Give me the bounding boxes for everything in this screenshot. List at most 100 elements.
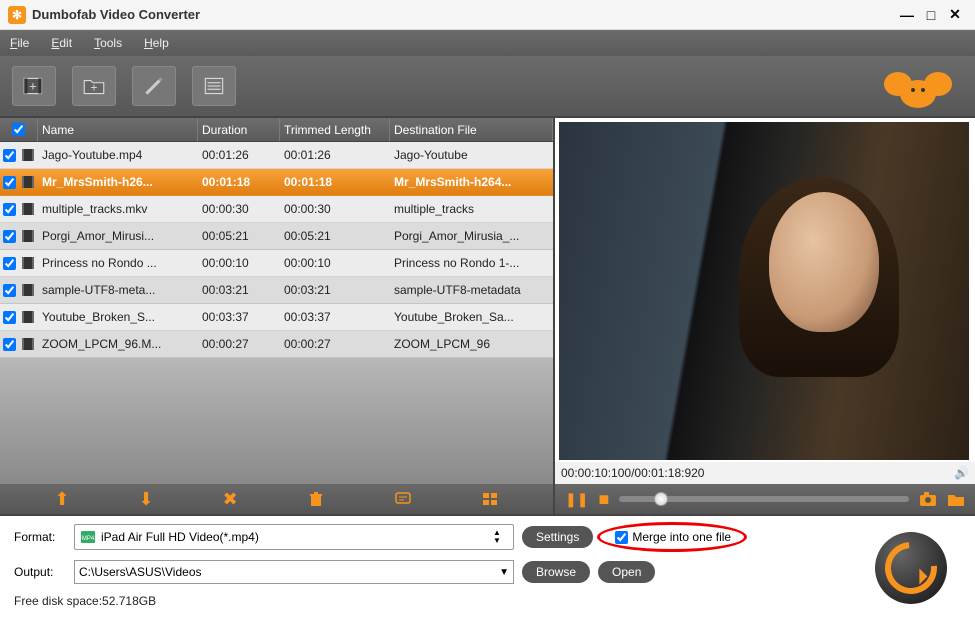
snapshot-folder-button[interactable] (947, 491, 965, 507)
pencil-icon (141, 73, 167, 99)
add-file-button[interactable]: + (12, 66, 56, 106)
thumbnail-button[interactable] (481, 490, 499, 508)
add-folder-button[interactable]: + (72, 66, 116, 106)
minimize-button[interactable]: — (895, 5, 919, 25)
menu-edit[interactable]: Edit (51, 36, 72, 50)
close-button[interactable]: ✕ (943, 5, 967, 25)
cell-destination: Princess no Rondo 1-... (390, 256, 553, 270)
cell-trimmed: 00:00:30 (280, 202, 390, 216)
film-icon (18, 175, 38, 189)
playback-slider[interactable] (619, 496, 909, 502)
table-row[interactable]: sample-UTF8-meta...00:03:2100:03:21sampl… (0, 277, 553, 304)
cell-name: Mr_MrsSmith-h26... (38, 175, 198, 189)
list-view-button[interactable] (192, 66, 236, 106)
move-up-button[interactable]: ⬆ (54, 489, 69, 510)
film-icon (18, 283, 38, 297)
window-title: Dumbofab Video Converter (32, 7, 895, 22)
table-row[interactable]: Porgi_Amor_Mirusi...00:05:2100:05:21Porg… (0, 223, 553, 250)
cell-destination: Youtube_Broken_Sa... (390, 310, 553, 324)
film-plus-icon: + (21, 73, 47, 99)
column-name[interactable]: Name (38, 118, 198, 141)
free-disk-space: Free disk space:52.718GB (14, 594, 961, 608)
cell-duration: 00:00:30 (198, 202, 280, 216)
format-label: Format: (14, 530, 74, 544)
browse-button[interactable]: Browse (522, 561, 590, 583)
toolbar: + + (0, 56, 975, 118)
column-destination[interactable]: Destination File (390, 118, 553, 141)
clear-all-button[interactable] (307, 490, 325, 508)
stop-button[interactable]: ■ (598, 489, 609, 510)
cell-duration: 00:01:26 (198, 148, 280, 162)
column-trimmed[interactable]: Trimmed Length (280, 118, 390, 141)
menu-help[interactable]: Help (144, 36, 169, 50)
cell-name: Princess no Rondo ... (38, 256, 198, 270)
row-checkbox[interactable] (3, 203, 16, 216)
cell-name: Porgi_Amor_Mirusi... (38, 229, 198, 243)
settings-button[interactable]: Settings (522, 526, 593, 548)
cell-trimmed: 00:00:27 (280, 337, 390, 351)
film-icon (18, 256, 38, 270)
cell-trimmed: 00:03:21 (280, 283, 390, 297)
table-row[interactable]: Mr_MrsSmith-h26...00:01:1800:01:18Mr_Mrs… (0, 169, 553, 196)
table-row[interactable]: Princess no Rondo ...00:00:1000:00:10Pri… (0, 250, 553, 277)
timecode-display: 00:00:10:100/00:01:18:920 (561, 466, 704, 480)
cell-duration: 00:03:37 (198, 310, 280, 324)
maximize-button[interactable]: □ (919, 5, 943, 25)
cell-destination: multiple_tracks (390, 202, 553, 216)
preview-panel: 00:00:10:100/00:01:18:920 🔊 (555, 118, 975, 484)
open-button[interactable]: Open (598, 561, 655, 583)
table-row[interactable]: multiple_tracks.mkv00:00:3000:00:30multi… (0, 196, 553, 223)
select-all-checkbox[interactable] (12, 123, 25, 136)
row-checkbox[interactable] (3, 338, 16, 351)
row-checkbox[interactable] (3, 230, 16, 243)
file-list[interactable]: Jago-Youtube.mp400:01:2600:01:26Jago-You… (0, 142, 553, 484)
table-row[interactable]: ZOOM_LPCM_96.M...00:00:2700:00:27ZOOM_LP… (0, 331, 553, 358)
output-path-input[interactable] (79, 565, 499, 579)
format-spinner[interactable]: ▲▼ (493, 529, 509, 545)
cell-duration: 00:00:27 (198, 337, 280, 351)
cell-trimmed: 00:03:37 (280, 310, 390, 324)
menu-tools[interactable]: Tools (94, 36, 122, 50)
table-row[interactable]: Youtube_Broken_S...00:03:3700:03:37Youtu… (0, 304, 553, 331)
cell-name: multiple_tracks.mkv (38, 202, 198, 216)
row-checkbox[interactable] (3, 284, 16, 297)
pause-button[interactable]: ❚❚ (565, 491, 588, 508)
merge-checkbox[interactable] (615, 531, 628, 544)
output-dropdown-icon[interactable]: ▼ (499, 567, 509, 578)
output-label: Output: (14, 565, 74, 579)
remove-button[interactable]: ✖ (223, 489, 238, 510)
snapshot-button[interactable] (919, 491, 937, 507)
merge-label: Merge into one file (632, 530, 731, 544)
film-icon (18, 310, 38, 324)
mascot-icon (883, 64, 953, 112)
convert-button[interactable] (875, 532, 947, 604)
cell-trimmed: 00:01:26 (280, 148, 390, 162)
cell-name: Youtube_Broken_S... (38, 310, 198, 324)
file-list-header: Name Duration Trimmed Length Destination… (0, 118, 553, 142)
cell-destination: ZOOM_LPCM_96 (390, 337, 553, 351)
format-value: iPad Air Full HD Video(*.mp4) (101, 530, 493, 544)
video-preview[interactable] (559, 122, 969, 460)
table-row[interactable]: Jago-Youtube.mp400:01:2600:01:26Jago-You… (0, 142, 553, 169)
cell-name: Jago-Youtube.mp4 (38, 148, 198, 162)
cell-name: sample-UTF8-meta... (38, 283, 198, 297)
row-checkbox[interactable] (3, 257, 16, 270)
cell-destination: Porgi_Amor_Mirusia_... (390, 229, 553, 243)
folder-plus-icon: + (81, 73, 107, 99)
svg-text:MP4: MP4 (82, 536, 95, 542)
output-path-box[interactable]: ▼ (74, 560, 514, 584)
cell-name: ZOOM_LPCM_96.M... (38, 337, 198, 351)
edit-button[interactable] (132, 66, 176, 106)
format-selector[interactable]: MP4 iPad Air Full HD Video(*.mp4) ▲▼ (74, 524, 514, 550)
move-down-button[interactable]: ⬇ (139, 489, 154, 510)
info-button[interactable] (394, 490, 412, 508)
column-duration[interactable]: Duration (198, 118, 280, 141)
mp4-icon: MP4 (79, 528, 97, 546)
row-checkbox[interactable] (3, 176, 16, 189)
menu-file[interactable]: File (10, 36, 29, 50)
row-checkbox[interactable] (3, 311, 16, 324)
film-icon (18, 148, 38, 162)
volume-icon[interactable]: 🔊 (954, 466, 969, 480)
row-checkbox[interactable] (3, 149, 16, 162)
film-icon (18, 229, 38, 243)
